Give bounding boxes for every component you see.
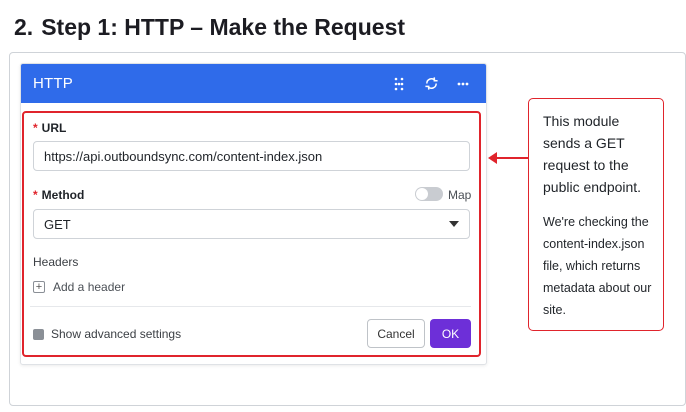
refresh-icon[interactable] xyxy=(420,73,442,95)
map-label: Map xyxy=(448,188,472,202)
method-value: GET xyxy=(44,216,71,232)
required-mark: * xyxy=(33,121,38,135)
show-advanced-checkbox[interactable]: Show advanced settings xyxy=(33,327,181,341)
divider xyxy=(30,306,471,307)
callout-box: This module sends a GET request to the p… xyxy=(528,98,664,331)
required-mark: * xyxy=(33,188,38,202)
method-label: * Method xyxy=(33,188,85,202)
panel-header: HTTP xyxy=(21,64,486,103)
arrow-left-icon xyxy=(488,152,497,164)
step-title: Step 1: HTTP – Make the Request xyxy=(41,14,406,40)
method-select[interactable]: GET xyxy=(33,209,470,239)
add-header-label: Add a header xyxy=(53,280,126,294)
panel-title: HTTP xyxy=(33,75,73,92)
url-label: * URL xyxy=(33,121,67,135)
grid-dots-icon[interactable] xyxy=(388,73,410,95)
arrow-line xyxy=(496,157,528,159)
callout-text-2: We're checking the content-index.json fi… xyxy=(543,215,652,317)
map-toggle[interactable] xyxy=(415,187,443,201)
callout-text-1: This module sends a GET request to the p… xyxy=(543,113,642,195)
add-header-button[interactable]: + Add a header xyxy=(33,280,125,294)
url-input[interactable] xyxy=(33,141,470,171)
headers-label: Headers xyxy=(33,255,79,269)
toggle-knob xyxy=(416,188,428,200)
cancel-button[interactable]: Cancel xyxy=(367,319,425,348)
advanced-label: Show advanced settings xyxy=(51,327,182,341)
step-number: 2. xyxy=(14,14,34,40)
checkbox-icon xyxy=(33,328,44,340)
caret-down-icon xyxy=(449,221,459,227)
ok-button[interactable]: OK xyxy=(430,319,471,348)
page-title: 2. Step 1: HTTP – Make the Request xyxy=(14,14,405,41)
more-icon[interactable] xyxy=(452,73,474,95)
plus-icon: + xyxy=(33,281,45,293)
